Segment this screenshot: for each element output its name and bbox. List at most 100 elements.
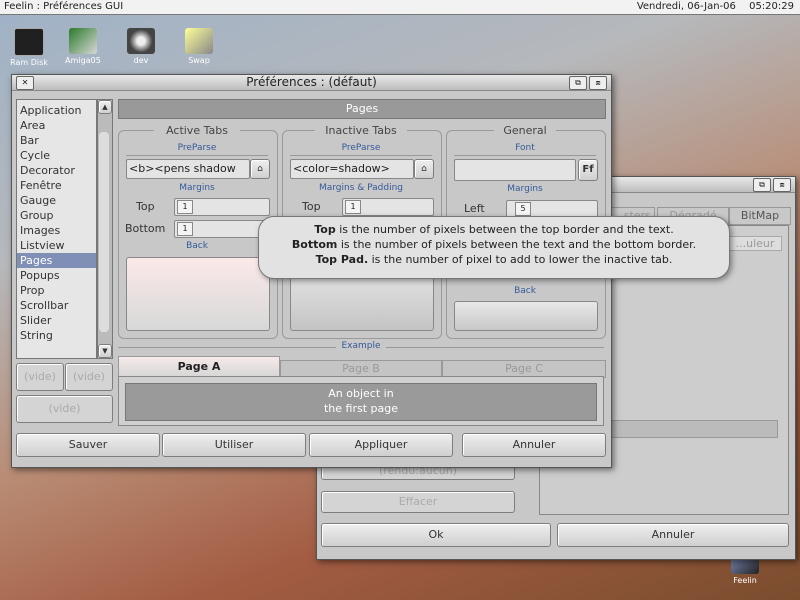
general-back-preview[interactable] [454, 301, 598, 331]
scroll-up-icon[interactable]: ▲ [98, 100, 112, 114]
empty-slot-3[interactable]: (vide) [16, 395, 113, 423]
list-item[interactable]: Popups [17, 268, 96, 283]
list-scrollbar[interactable]: ▲ ▼ [97, 99, 113, 359]
desktop-icon-swap[interactable]: Swap [176, 28, 222, 65]
inactive-preparse-input[interactable]: <color=shadow> [290, 159, 414, 179]
inactive-top-slider[interactable]: 1 [342, 198, 434, 216]
clear-button[interactable]: Effacer [321, 491, 515, 513]
tooltip-key-toppad: Top Pad. [315, 253, 369, 266]
list-item[interactable]: Application [17, 103, 96, 118]
active-preparse-label: PreParse [177, 143, 217, 153]
list-item[interactable]: Group [17, 208, 96, 223]
screen-title: Feelin : Préférences GUI [4, 1, 124, 12]
active-preparse-input[interactable]: <b><pens shadow [126, 159, 250, 179]
chip-icon [14, 28, 44, 56]
desktop-icon-amiga05[interactable]: Amiga05 [60, 28, 106, 65]
font-picker-icon[interactable]: Ff [578, 159, 598, 181]
divider [290, 155, 432, 156]
list-item[interactable]: Listview [17, 238, 96, 253]
inactive-preparse-label: PreParse [341, 143, 381, 153]
clock: Vendredi, 06-Jan-06 05:20:29 [637, 0, 794, 14]
time-text: 05:20:29 [749, 1, 794, 12]
list-item[interactable]: Scrollbar [17, 298, 96, 313]
divider [126, 155, 268, 156]
tooltip-text-bottom: is the number of pixels between the text… [337, 238, 697, 251]
save-button[interactable]: Sauver [16, 433, 160, 457]
ok-button[interactable]: Ok [321, 523, 551, 547]
desktop-icon-ramdisk[interactable]: Ram Disk [6, 28, 52, 67]
tooltip-text-toppad: is the number of pixel to add to lower t… [368, 253, 673, 266]
inactive-back-preview[interactable] [290, 277, 434, 331]
list-item[interactable]: Pages [17, 253, 96, 268]
depth-icon[interactable]: ⧉ [753, 178, 771, 192]
use-button[interactable]: Utiliser [162, 433, 306, 457]
cancel-button[interactable]: Annuler [462, 433, 606, 457]
general-back-label: Back [514, 286, 536, 296]
tooltip-key-top: Top [314, 223, 336, 236]
list-item[interactable]: Bar [17, 133, 96, 148]
example-page-panel: An object in the first page [118, 376, 604, 426]
close-icon[interactable]: ✕ [16, 76, 34, 90]
color-label: ...uleur [728, 236, 782, 251]
active-bottom-value[interactable]: 1 [177, 222, 193, 236]
active-back-preview[interactable] [126, 257, 270, 331]
font-input[interactable] [454, 159, 576, 181]
swap-drive-icon [185, 28, 213, 54]
list-item[interactable]: Fenêtre [17, 178, 96, 193]
main-window-titlebar[interactable]: ✕ Préférences : (défaut) ⧉ ⧈ [12, 75, 611, 91]
general-margins-label: Margins [507, 184, 543, 194]
desktop-icon-dev[interactable]: dev [118, 28, 164, 65]
inactive-top-label: Top [302, 200, 321, 213]
drive-icon [127, 28, 155, 54]
screen-title-bar: Feelin : Préférences GUI Vendredi, 06-Ja… [0, 0, 800, 15]
list-item[interactable]: Area [17, 118, 96, 133]
empty-slot-1[interactable]: (vide) [16, 363, 64, 391]
list-item[interactable]: Prop [17, 283, 96, 298]
page-header: Pages [118, 99, 606, 119]
help-tooltip: Top is the number of pixels between the … [258, 216, 730, 279]
general-left-label: Left [464, 202, 485, 215]
active-margins-label: Margins [179, 183, 215, 193]
general-left-value[interactable]: 5 [515, 202, 531, 216]
tab-bitmap[interactable]: BitMap [729, 207, 791, 225]
tooltip-line2: Bottom is the number of pixels between t… [259, 237, 729, 252]
active-tabs-title: Active Tabs [154, 124, 240, 137]
list-item[interactable]: Images [17, 223, 96, 238]
depth-icon[interactable]: ⧉ [569, 76, 587, 90]
disk-icon [69, 28, 97, 54]
active-top-slider[interactable]: 1 [174, 198, 270, 216]
example-object: An object in the first page [125, 383, 597, 421]
zoom-icon[interactable]: ⧈ [773, 178, 791, 192]
list-item[interactable]: String [17, 328, 96, 343]
list-item[interactable]: Slider [17, 313, 96, 328]
scroll-knob[interactable] [99, 132, 109, 332]
general-title: General [494, 124, 556, 137]
popup-icon[interactable]: ⌂ [250, 159, 270, 179]
example-tab-page-a[interactable]: Page A [118, 356, 280, 377]
apply-button[interactable]: Appliquer [309, 433, 453, 457]
inactive-top-value[interactable]: 1 [345, 200, 361, 214]
active-top-value[interactable]: 1 [177, 200, 193, 214]
active-top-label: Top [136, 200, 155, 213]
tooltip-key-bottom: Bottom [291, 238, 338, 251]
date-text: Vendredi, 06-Jan-06 [636, 1, 736, 12]
tooltip-line1: Top is the number of pixels between the … [259, 222, 729, 237]
list-item[interactable]: Gauge [17, 193, 96, 208]
tooltip-text-top: is the number of pixels between the top … [335, 223, 674, 236]
divider [454, 155, 596, 156]
example-text-line2: the first page [323, 402, 398, 415]
example-label: Example [336, 341, 386, 351]
active-back-label: Back [186, 241, 208, 251]
class-listview[interactable]: Application Area Bar Cycle Decorator Fenêtre G… [16, 99, 97, 359]
inactive-tabs-title: Inactive Tabs [315, 124, 407, 137]
inactive-margins-label: Margins & Padding [318, 183, 404, 193]
list-item[interactable]: Decorator [17, 163, 96, 178]
zoom-icon[interactable]: ⧈ [589, 76, 607, 90]
scroll-down-icon[interactable]: ▼ [98, 344, 112, 358]
list-item[interactable]: Cycle [17, 148, 96, 163]
empty-slot-2[interactable]: (vide) [65, 363, 113, 391]
active-bottom-slider[interactable]: 1 [174, 220, 270, 238]
back-cancel-button[interactable]: Annuler [557, 523, 789, 547]
popup-icon[interactable]: ⌂ [414, 159, 434, 179]
active-bottom-label: Bottom [125, 222, 166, 235]
